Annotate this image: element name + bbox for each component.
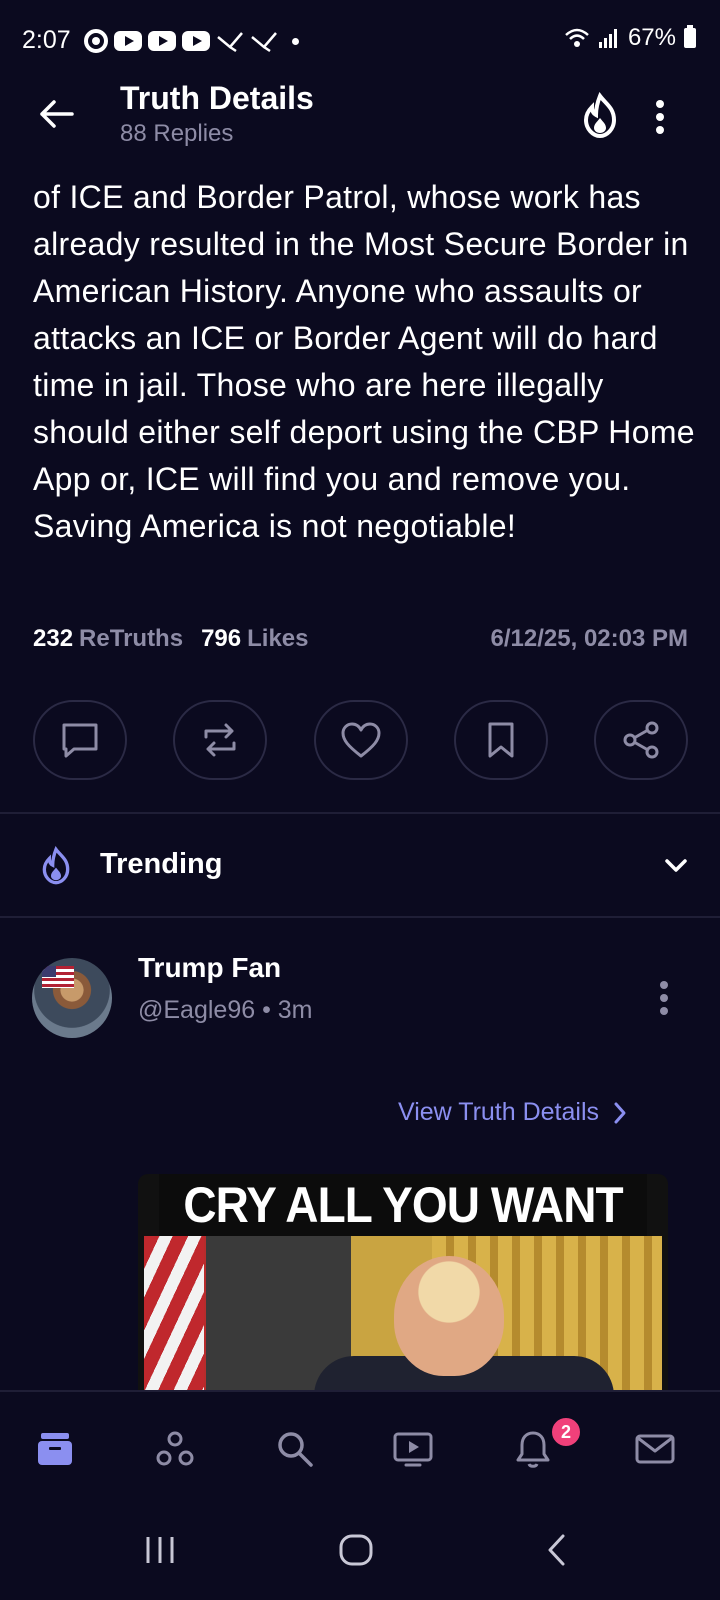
post-actions [33, 700, 688, 780]
battery-icon [684, 25, 696, 48]
author-handle[interactable]: @Eagle96 • 3m [138, 996, 313, 1025]
messages-icon [635, 1434, 675, 1464]
wifi-icon [565, 28, 589, 47]
youtube-icon [182, 31, 210, 51]
avatar-flag [42, 966, 74, 988]
truth-logo-button[interactable] [576, 91, 624, 140]
post-stats: 232 ReTruths 796 Likes 6/12/25, 02:03 PM [33, 625, 688, 653]
reply-button[interactable] [33, 700, 127, 780]
page-title: Truth Details [120, 80, 314, 116]
signal-icon [598, 29, 617, 48]
flame-icon [583, 91, 617, 139]
system-status: 67% [564, 24, 696, 52]
likes-label[interactable]: Likes [247, 625, 308, 653]
chevron-right-icon [614, 1102, 626, 1123]
trending-label[interactable]: Trending [100, 848, 222, 881]
more-vertical-icon [660, 981, 668, 1015]
notifications-icon [516, 1431, 550, 1468]
post-image[interactable]: CRY ALL YOU WANT [138, 1174, 668, 1400]
replies-count: 88 Replies [120, 120, 234, 147]
arrow-left-icon [40, 100, 74, 128]
avatar[interactable] [32, 958, 112, 1038]
youtube-icon [114, 31, 142, 51]
chevron-down-icon [665, 859, 687, 872]
nav-search[interactable] [270, 1424, 320, 1474]
like-icon [341, 722, 380, 758]
post-body: of ICE and Border Patrol, whose work has… [33, 179, 695, 544]
youtube-icon [148, 31, 176, 51]
bottom-navigation [0, 1390, 720, 1500]
bookmark-icon [488, 722, 514, 758]
back-button[interactable] [30, 88, 82, 140]
bookmark-button[interactable] [453, 700, 548, 780]
retruth-button[interactable] [173, 700, 268, 780]
battery-percent: 67% [627, 24, 676, 51]
trending-flame-icon [36, 845, 76, 886]
nav-messages[interactable] [630, 1424, 680, 1474]
share-button[interactable] [594, 700, 688, 780]
retruths-count[interactable]: 232 [33, 625, 73, 653]
nav-home[interactable] [30, 1424, 80, 1474]
system-back-button[interactable] [526, 1520, 586, 1580]
app-notification-icon [84, 29, 108, 53]
notification-badge: 2 [550, 1416, 582, 1448]
trending-toggle[interactable] [656, 848, 696, 884]
home-circle-icon [339, 1534, 373, 1566]
recent-apps-button[interactable] [130, 1520, 190, 1580]
meme-caption: CRY ALL YOU WANT [159, 1174, 647, 1236]
notification-icons [84, 26, 299, 56]
like-button[interactable] [313, 700, 408, 780]
search-icon [278, 1432, 313, 1467]
likes-count[interactable]: 796 [201, 625, 241, 653]
section-divider [0, 812, 720, 814]
video-icon [393, 1432, 433, 1467]
groups-icon [156, 1431, 194, 1466]
home-button[interactable] [326, 1520, 386, 1580]
nav-video[interactable] [388, 1424, 438, 1474]
chevron-left-icon [548, 1534, 565, 1566]
retruths-label[interactable]: ReTruths [79, 625, 183, 653]
retruth-icon [204, 723, 236, 757]
view-truth-details-link[interactable]: View Truth Details [398, 1098, 627, 1127]
recent-apps-icon [146, 1537, 174, 1563]
nav-groups[interactable] [150, 1424, 200, 1474]
x-app-icon [217, 32, 243, 53]
view-details-label: View Truth Details [398, 1098, 600, 1126]
more-notifications-dot [292, 37, 299, 45]
author-name[interactable]: Trump Fan [138, 952, 281, 984]
share-icon [623, 721, 659, 759]
status-time: 2:07 [22, 26, 71, 54]
comment-icon [62, 723, 98, 758]
x-app-icon [251, 32, 277, 53]
section-divider [0, 916, 720, 918]
card-more-button[interactable] [644, 976, 684, 1020]
more-options-button[interactable] [640, 92, 680, 142]
status-bar: 2:07 67% [0, 0, 720, 84]
more-vertical-icon [656, 100, 664, 134]
post-timestamp: 6/12/25, 02:03 PM [490, 625, 688, 652]
home-icon [38, 1433, 72, 1465]
meme-photo [144, 1236, 662, 1400]
